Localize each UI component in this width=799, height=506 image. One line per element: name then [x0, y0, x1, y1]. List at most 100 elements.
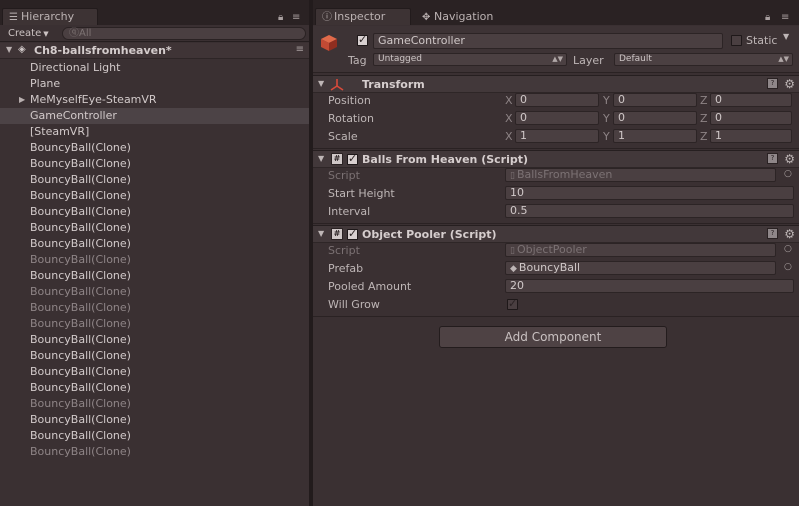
- hierarchy-item[interactable]: BouncyBall(Clone): [0, 428, 309, 444]
- scale-x-field[interactable]: 1: [515, 129, 599, 143]
- hierarchy-item-label: BouncyBall(Clone): [30, 349, 131, 362]
- hierarchy-item[interactable]: BouncyBall(Clone): [0, 140, 309, 156]
- hierarchy-item-label: BouncyBall(Clone): [30, 157, 131, 170]
- hierarchy-item[interactable]: Plane: [0, 76, 309, 92]
- scene-menu-icon[interactable]: ≡: [296, 44, 304, 55]
- help-book-icon[interactable]: ?: [767, 153, 778, 164]
- scale-z-field[interactable]: 1: [710, 129, 792, 143]
- help-book-icon[interactable]: ?: [767, 78, 778, 89]
- position-x-label: X: [505, 94, 513, 107]
- static-dropdown-icon[interactable]: ▼: [783, 32, 789, 41]
- gear-icon[interactable]: ⚙: [784, 152, 795, 166]
- pooled-amount-label: Pooled Amount: [328, 280, 412, 293]
- hierarchy-item[interactable]: BouncyBall(Clone): [0, 348, 309, 364]
- start-height-field[interactable]: 10: [505, 186, 794, 200]
- balls-from-heaven-header[interactable]: ▼ # Balls From Heaven (Script) ? ⚙: [313, 150, 799, 168]
- hierarchy-item[interactable]: BouncyBall(Clone): [0, 284, 309, 300]
- hierarchy-item[interactable]: ▶ MeMyselfEye-SteamVR: [0, 92, 309, 108]
- hierarchy-item-label: BouncyBall(Clone): [30, 429, 131, 442]
- hierarchy-item[interactable]: [SteamVR]: [0, 124, 309, 140]
- hierarchy-item[interactable]: GameController: [0, 108, 309, 124]
- gear-icon[interactable]: ⚙: [784, 227, 795, 241]
- prefab-value: BouncyBall: [518, 261, 581, 274]
- fold-down-icon[interactable]: ▼: [318, 154, 324, 163]
- rotation-z-field[interactable]: 0: [710, 111, 792, 125]
- csharp-script-icon: #: [331, 228, 343, 240]
- expand-right-icon[interactable]: ▶: [19, 92, 25, 108]
- layer-value: Default: [619, 54, 652, 64]
- hierarchy-tabbar: ☰ Hierarchy 🔒︎ ≡: [0, 0, 309, 25]
- prefab-field[interactable]: ◆ BouncyBall: [505, 261, 776, 275]
- interval-field[interactable]: 0.5: [505, 204, 794, 218]
- info-icon: ⓘ: [322, 12, 332, 23]
- hierarchy-item-label: BouncyBall(Clone): [30, 285, 131, 298]
- hierarchy-item-label: BouncyBall(Clone): [30, 141, 131, 154]
- position-x-field[interactable]: 0: [515, 93, 599, 107]
- component-enabled-checkbox[interactable]: [347, 227, 358, 240]
- hierarchy-item[interactable]: BouncyBall(Clone): [0, 444, 309, 460]
- gear-icon[interactable]: ⚙: [784, 77, 795, 91]
- hierarchy-item[interactable]: BouncyBall(Clone): [0, 252, 309, 268]
- hierarchy-item[interactable]: BouncyBall(Clone): [0, 380, 309, 396]
- hierarchy-item-label: BouncyBall(Clone): [30, 301, 131, 314]
- transform-header[interactable]: ▼ Transform ? ⚙: [313, 75, 799, 93]
- tab-hierarchy[interactable]: ☰ Hierarchy: [2, 8, 98, 25]
- hierarchy-item-label: BouncyBall(Clone): [30, 237, 131, 250]
- object-pooler-header[interactable]: ▼ # Object Pooler (Script) ? ⚙: [313, 225, 799, 243]
- help-book-icon[interactable]: ?: [767, 228, 778, 239]
- tab-inspector[interactable]: ⓘ Inspector: [315, 8, 411, 25]
- layer-dropdown[interactable]: Default ▲▼: [614, 53, 793, 66]
- component-enabled-checkbox[interactable]: [347, 152, 358, 165]
- scale-y-field[interactable]: 1: [613, 129, 697, 143]
- hierarchy-item[interactable]: BouncyBall(Clone): [0, 220, 309, 236]
- position-z-label: Z: [700, 94, 708, 107]
- active-checkbox[interactable]: [357, 33, 368, 46]
- gameobject-header: GameController Static ▼ Tag Untagged ▲▼ L…: [313, 26, 799, 73]
- script-label: Script: [328, 169, 360, 182]
- scale-y-label: Y: [603, 130, 610, 143]
- hierarchy-item[interactable]: BouncyBall(Clone): [0, 172, 309, 188]
- pooled-amount-field[interactable]: 20: [505, 279, 794, 293]
- create-label: Create: [8, 28, 42, 39]
- add-component-button[interactable]: Add Component: [439, 326, 667, 348]
- tag-dropdown[interactable]: Untagged ▲▼: [373, 53, 567, 66]
- hierarchy-item[interactable]: BouncyBall(Clone): [0, 188, 309, 204]
- scene-name: Ch8-ballsfromheaven*: [34, 44, 172, 57]
- hierarchy-item[interactable]: BouncyBall(Clone): [0, 316, 309, 332]
- will-grow-checkbox[interactable]: [507, 297, 518, 310]
- rotation-x-field[interactable]: 0: [515, 111, 599, 125]
- create-button[interactable]: Create ▼: [4, 27, 53, 40]
- object-picker-icon[interactable]: ○: [784, 169, 792, 179]
- position-label: Position: [328, 94, 371, 107]
- hierarchy-item[interactable]: BouncyBall(Clone): [0, 268, 309, 284]
- separator: [313, 148, 799, 149]
- static-checkbox[interactable]: [731, 35, 742, 46]
- fold-down-icon[interactable]: ▼: [318, 79, 324, 88]
- rotation-y-field[interactable]: 0: [613, 111, 697, 125]
- lock-icon[interactable]: 🔒︎: [765, 12, 770, 23]
- position-z-field[interactable]: 0: [710, 93, 792, 107]
- hierarchy-item[interactable]: BouncyBall(Clone): [0, 156, 309, 172]
- object-name-field[interactable]: GameController: [373, 33, 723, 49]
- hierarchy-item[interactable]: BouncyBall(Clone): [0, 364, 309, 380]
- hierarchy-item[interactable]: BouncyBall(Clone): [0, 332, 309, 348]
- hierarchy-item[interactable]: BouncyBall(Clone): [0, 300, 309, 316]
- hierarchy-item[interactable]: BouncyBall(Clone): [0, 396, 309, 412]
- object-picker-icon[interactable]: ○: [784, 262, 792, 272]
- hierarchy-item[interactable]: BouncyBall(Clone): [0, 204, 309, 220]
- search-input[interactable]: ⓠAll: [62, 27, 306, 40]
- hierarchy-item[interactable]: BouncyBall(Clone): [0, 236, 309, 252]
- fold-down-icon[interactable]: ▼: [318, 229, 324, 238]
- panel-menu-icon[interactable]: ≡: [781, 12, 789, 23]
- tab-navigation[interactable]: ✥ Navigation: [415, 8, 511, 25]
- panel-menu-icon[interactable]: ≡: [292, 12, 300, 23]
- object-picker-icon[interactable]: ○: [784, 244, 792, 254]
- hierarchy-item-label: BouncyBall(Clone): [30, 445, 131, 458]
- lock-icon[interactable]: 🔒︎: [278, 12, 283, 23]
- hierarchy-item[interactable]: BouncyBall(Clone): [0, 412, 309, 428]
- scene-row[interactable]: ▼ ◈ Ch8-ballsfromheaven* ≡: [0, 43, 309, 59]
- position-y-field[interactable]: 0: [613, 93, 697, 107]
- unity-scene-icon: ◈: [18, 44, 26, 55]
- hierarchy-item[interactable]: Directional Light: [0, 60, 309, 76]
- expand-down-icon[interactable]: ▼: [6, 45, 12, 54]
